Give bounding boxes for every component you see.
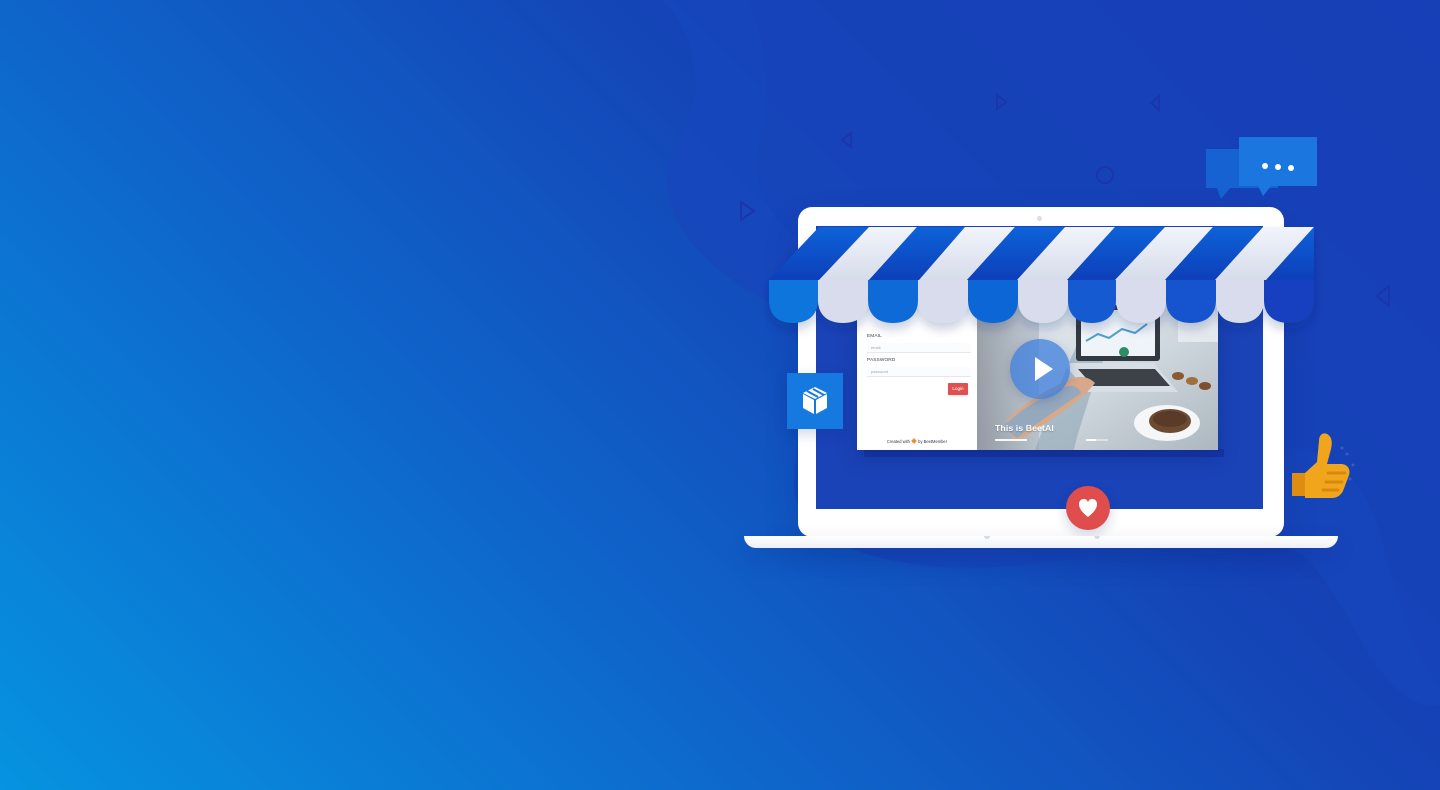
laptop-base [744, 536, 1338, 548]
password-placeholder: password [871, 369, 889, 374]
screen-shadow [864, 449, 1224, 457]
thumbs-up-badge [1292, 433, 1355, 498]
box-icon [803, 387, 827, 414]
heart-badge [1066, 486, 1110, 530]
email-field[interactable]: email [867, 343, 971, 353]
play-button[interactable] [1010, 339, 1070, 399]
title-underline [995, 439, 1027, 441]
chat-bubble-badge [1206, 137, 1317, 199]
circle-outline [1096, 166, 1114, 184]
play-icon [1035, 357, 1053, 381]
footer-credit: Created with by BeetMember [877, 438, 957, 446]
login-button[interactable]: Login [948, 383, 968, 395]
hero-banner: EMAIL email PASSWORD password Login Crea… [0, 0, 1440, 790]
triangle-outline [840, 130, 852, 150]
password-label: PASSWORD [867, 358, 896, 363]
email-placeholder: email [871, 345, 881, 350]
password-field[interactable]: password [867, 367, 971, 377]
box-badge [787, 373, 843, 429]
triangle-outline [1375, 283, 1390, 309]
slider-progress [1086, 439, 1108, 441]
triangle-outline [1149, 93, 1160, 113]
hero-title: This is BeetAI [995, 423, 1054, 433]
awning-graphic [769, 227, 1314, 323]
triangle-outline [740, 200, 756, 222]
triangle-outline [996, 92, 1008, 112]
email-label: EMAIL [867, 334, 882, 339]
thumbs-up-icon [1292, 433, 1350, 498]
heart-icon [1079, 499, 1097, 517]
heart-icon [911, 438, 917, 444]
laptop-camera [1037, 216, 1042, 221]
credit-prefix: Created with [886, 439, 910, 444]
credit-suffix: by BeetMember [918, 439, 948, 444]
